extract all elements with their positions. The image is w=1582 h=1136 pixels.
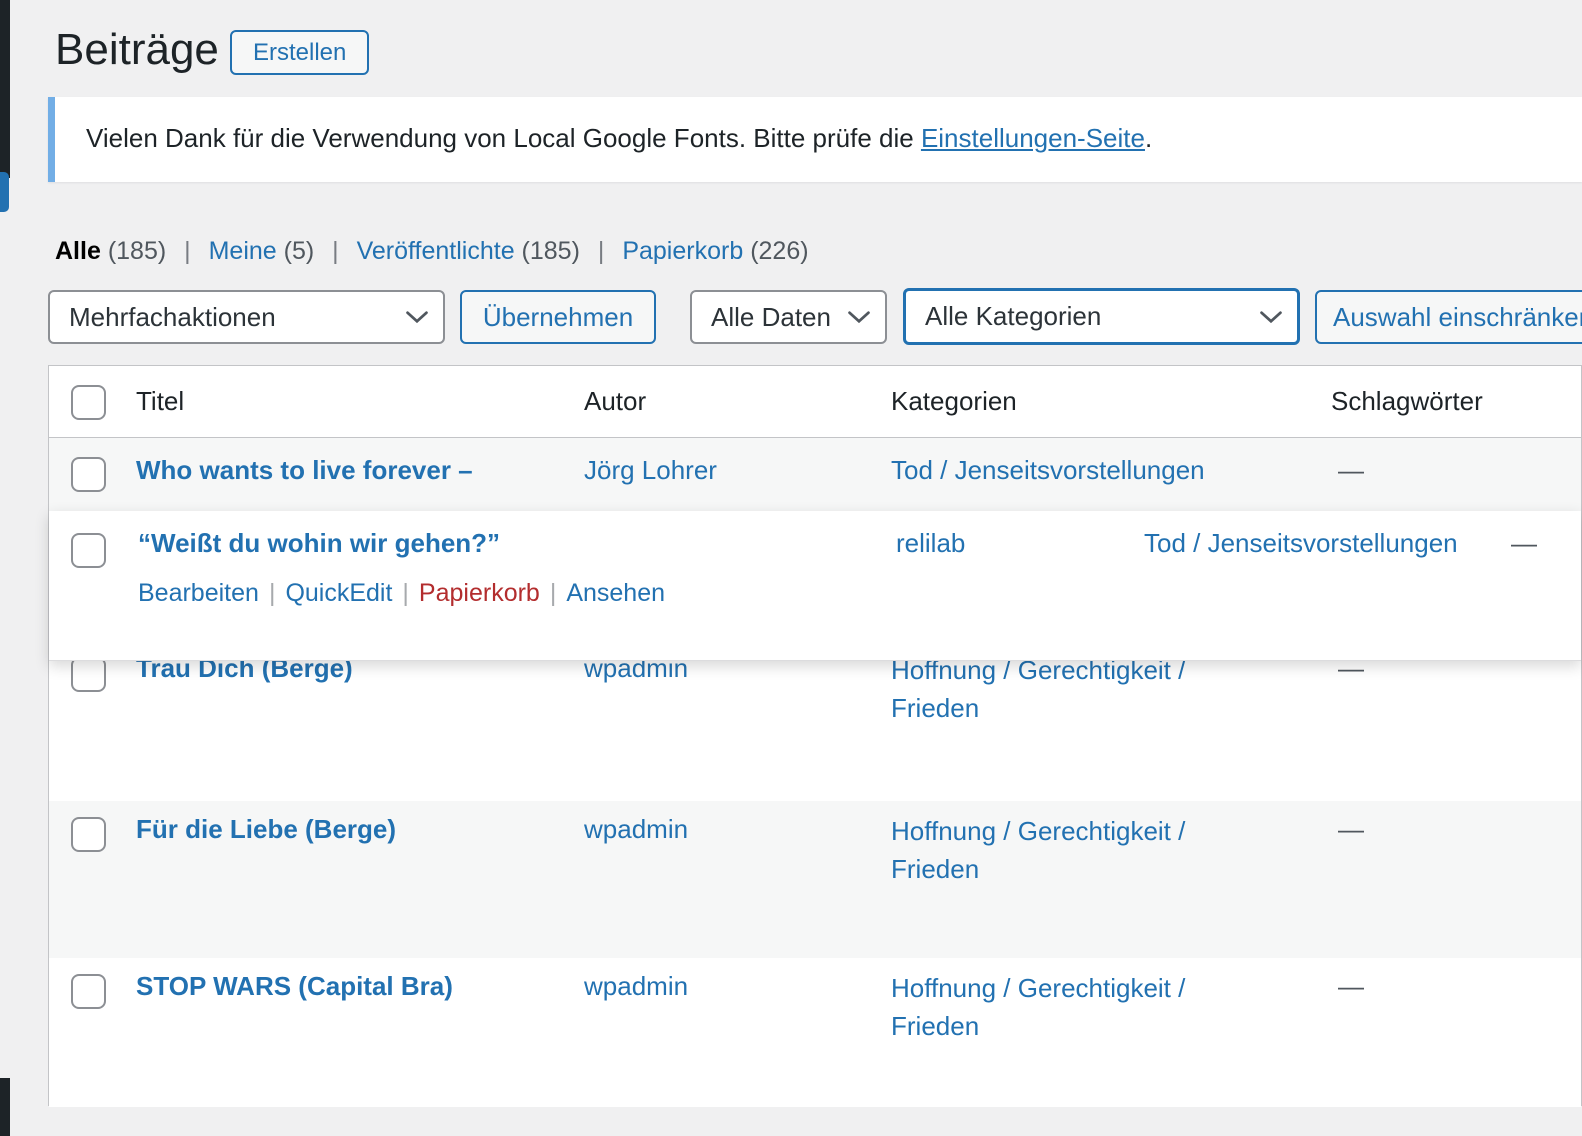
column-header-author: Autor (584, 387, 646, 416)
row-actions: Bearbeiten | QuickEdit | Papierkorb | Ansehen (138, 579, 665, 608)
row-checkbox[interactable] (71, 817, 106, 852)
view-count-trash: (226) (750, 237, 808, 265)
action-separator: | (550, 579, 557, 607)
admin-menu-edge-bottom (0, 1078, 10, 1136)
row-action-trash[interactable]: Papierkorb (419, 579, 540, 607)
post-author-link[interactable]: wpadmin (584, 972, 688, 1001)
view-separator: | (332, 237, 339, 265)
date-filter-select[interactable]: Alle Daten (690, 290, 887, 344)
post-categories-link[interactable]: relilab (896, 529, 965, 558)
admin-menu-active-indicator (0, 172, 9, 212)
post-title-link[interactable]: STOP WARS (Capital Bra) (136, 972, 453, 1001)
post-author-link[interactable]: wpadmin (584, 815, 688, 844)
row-action-quickedit[interactable]: QuickEdit (285, 579, 392, 607)
row-checkbox[interactable] (71, 657, 106, 692)
view-link-all[interactable]: Alle (55, 237, 101, 265)
column-header-tags: Schlagwörter (1331, 387, 1483, 416)
post-categories-link[interactable]: Hoffnung / Gerechtigkeit / Frieden (891, 651, 1226, 727)
column-header-title[interactable]: Titel (136, 387, 184, 416)
view-link-trash[interactable]: Papierkorb (622, 237, 743, 265)
notice-text: Vielen Dank für die Verwendung von Local… (86, 123, 921, 153)
post-tags-value: — (1338, 815, 1364, 844)
post-categories-link[interactable]: Hoffnung / Gerechtigkeit / Frieden (891, 969, 1226, 1045)
row-checkbox[interactable] (71, 533, 106, 568)
filter-button[interactable]: Auswahl einschränken (1315, 290, 1582, 344)
view-count-mine: (5) (284, 237, 315, 265)
view-count-all: (185) (108, 237, 166, 265)
post-categories-link[interactable]: Hoffnung / Gerechtigkeit / Frieden (891, 812, 1226, 888)
posts-table: Titel Autor Kategorien Schlagwörter Who … (48, 365, 1582, 1106)
bulk-action-value: Mehrfachaktionen (69, 302, 276, 333)
row-action-view[interactable]: Ansehen (566, 579, 665, 607)
category-filter-value: Alle Kategorien (925, 301, 1101, 332)
action-separator: | (402, 579, 409, 607)
post-title-link[interactable]: “Weißt du wohin wir gehen?” (138, 529, 500, 558)
date-filter-value: Alle Daten (711, 302, 831, 333)
row-checkbox[interactable] (71, 974, 106, 1009)
view-separator: | (598, 237, 605, 265)
view-link-published[interactable]: Veröffentlichte (357, 237, 515, 265)
view-filter-links: Alle (185) | Meine (5) | Veröffentlichte… (55, 237, 809, 266)
post-categories-link[interactable]: Tod / Jenseitsvorstellungen (1144, 529, 1458, 558)
row-checkbox[interactable] (71, 457, 106, 492)
row-action-edit[interactable]: Bearbeiten (138, 579, 259, 607)
post-author-link[interactable]: Jörg Lohrer (584, 456, 717, 485)
post-tags-value: — (1511, 529, 1537, 558)
view-count-published: (185) (522, 237, 580, 265)
chevron-down-icon (847, 310, 871, 324)
view-separator: | (184, 237, 191, 265)
page-title: Beiträge (55, 24, 219, 76)
notice-banner: Vielen Dank für die Verwendung von Local… (48, 97, 1582, 182)
settings-page-link[interactable]: Einstellungen-Seite (921, 123, 1145, 153)
action-separator: | (269, 579, 276, 607)
apply-button[interactable]: Übernehmen (460, 290, 656, 344)
table-row-hovered: “Weißt du wohin wir gehen?” Bearbeiten | Q… (49, 511, 1581, 661)
table-row: Who wants to live forever – Jörg Lohrer … (49, 438, 1581, 511)
table-header-row: Titel Autor Kategorien Schlagwörter (49, 366, 1581, 438)
table-row: Für die Liebe (Berge) wpadmin Hoffnung /… (49, 801, 1581, 958)
post-title-link[interactable]: Für die Liebe (Berge) (136, 815, 396, 844)
table-row: STOP WARS (Capital Bra) wpadmin Hoffnung… (49, 958, 1581, 1107)
post-title-link[interactable]: Who wants to live forever – (136, 456, 473, 485)
create-post-button[interactable]: Erstellen (230, 30, 369, 75)
select-all-checkbox[interactable] (71, 385, 106, 420)
chevron-down-icon (405, 310, 429, 324)
admin-menu-edge-top (0, 0, 10, 178)
post-tags-value: — (1338, 456, 1364, 485)
notice-suffix: . (1145, 123, 1152, 153)
bulk-action-select[interactable]: Mehrfachaktionen (48, 290, 445, 344)
view-link-mine[interactable]: Meine (209, 237, 277, 265)
chevron-down-icon (1259, 310, 1283, 324)
post-tags-value: — (1338, 972, 1364, 1001)
category-filter-select[interactable]: Alle Kategorien (903, 288, 1300, 345)
post-categories-link[interactable]: Tod / Jenseitsvorstellungen (891, 456, 1205, 485)
column-header-categories: Kategorien (891, 387, 1017, 416)
